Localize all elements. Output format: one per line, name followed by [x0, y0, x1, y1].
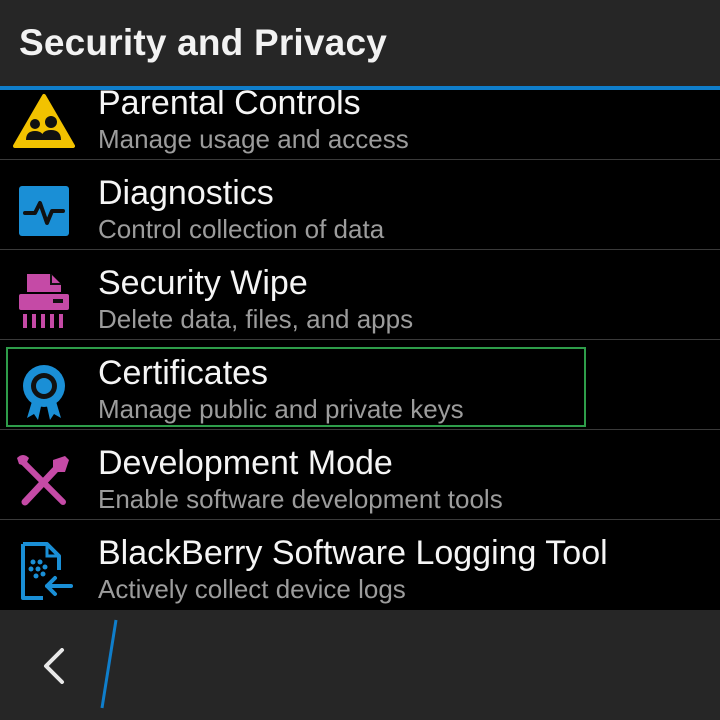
list-item-blackberry-logging-tool[interactable]: BlackBerry Software Logging Tool Activel…	[0, 520, 720, 610]
security-and-privacy-screen: Parental Controls Manage usage and acces…	[0, 0, 720, 720]
list-item-diagnostics[interactable]: Diagnostics Control collection of data	[0, 160, 720, 250]
certificate-icon	[13, 360, 75, 422]
tools-icon	[13, 450, 75, 512]
diagnostics-icon	[13, 180, 75, 242]
list-item-development-mode[interactable]: Development Mode Enable software develop…	[0, 430, 720, 520]
item-subtitle: Manage public and private keys	[98, 394, 464, 424]
security-wipe-icon	[13, 270, 75, 332]
logging-tool-icon	[13, 540, 75, 602]
item-subtitle: Delete data, files, and apps	[98, 304, 414, 334]
back-button[interactable]	[0, 610, 100, 720]
item-subtitle: Enable software development tools	[98, 484, 503, 514]
title-bar: Security and Privacy	[0, 0, 720, 86]
item-title: Certificates	[98, 354, 269, 392]
action-bar-separator	[100, 619, 118, 709]
list-item-security-wipe[interactable]: Security Wipe Delete data, files, and ap…	[0, 250, 720, 340]
item-title: BlackBerry Software Logging Tool	[98, 534, 608, 572]
item-title: Diagnostics	[98, 174, 274, 212]
item-subtitle: Manage usage and access	[98, 124, 409, 154]
title-accent-line	[0, 86, 720, 90]
item-title: Security Wipe	[98, 264, 308, 302]
action-bar	[0, 610, 720, 720]
settings-list[interactable]: Parental Controls Manage usage and acces…	[0, 70, 720, 610]
chevron-left-icon	[44, 648, 64, 684]
item-title: Development Mode	[98, 444, 393, 482]
item-subtitle: Actively collect device logs	[98, 574, 406, 604]
item-subtitle: Control collection of data	[98, 214, 385, 244]
list-item-certificates[interactable]: Certificates Manage public and private k…	[0, 340, 720, 430]
page-title: Security and Privacy	[19, 22, 388, 63]
parental-controls-icon	[13, 90, 75, 152]
